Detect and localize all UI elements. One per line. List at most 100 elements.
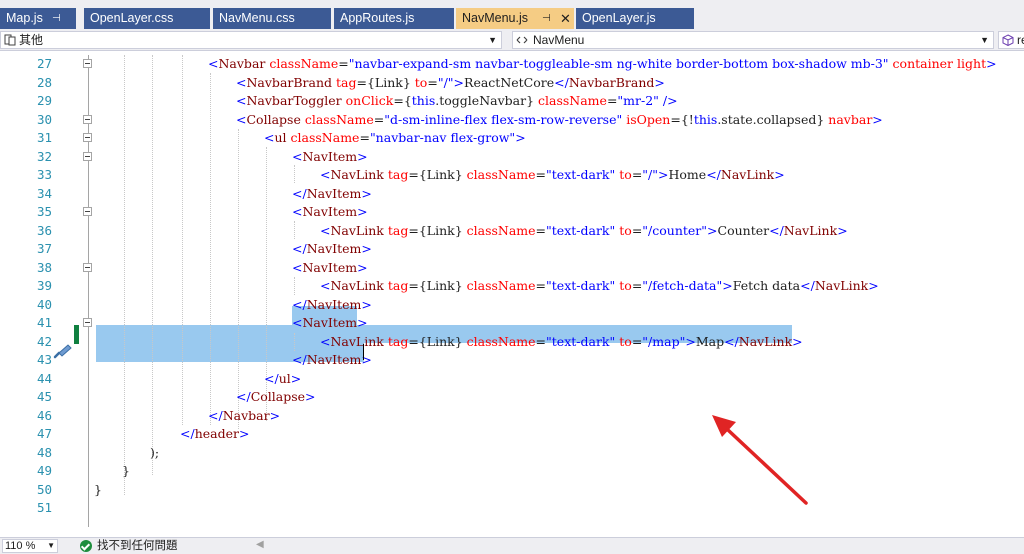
cube-icon <box>1002 34 1014 46</box>
code-token: </ <box>292 352 307 367</box>
code-token: ={Link} <box>408 222 467 238</box>
code-token: </ <box>208 407 223 423</box>
code-token: < <box>236 93 247 108</box>
code-token: < <box>236 74 247 90</box>
code-token: "navbar-nav flex-grow" <box>369 130 516 145</box>
collapse-icon[interactable] <box>83 151 92 161</box>
code-line[interactable]: 29 <NavbarToggler onClick={this.toggleNav… <box>0 92 1024 111</box>
code-line[interactable]: 47 </header> <box>0 425 1024 444</box>
code-line[interactable]: 36 <NavLink tag={Link} className="text-da… <box>0 222 1024 241</box>
code-token: to <box>619 278 632 293</box>
code-line[interactable]: 44 </ul> <box>0 370 1024 389</box>
collapse-icon[interactable] <box>83 207 92 216</box>
code-token: to <box>414 74 428 90</box>
code-line[interactable]: 30 <Collapse className="d-sm-inline-flex … <box>0 111 1024 130</box>
collapse-icon[interactable] <box>83 318 92 327</box>
code-token: navbar <box>828 111 873 127</box>
code-token: "mr-2" <box>617 93 659 108</box>
code-token: "/" <box>437 74 454 90</box>
code-token: className <box>466 222 536 238</box>
tab-openlayer-js[interactable]: OpenLayer.js <box>576 8 694 29</box>
code-text: <NavLink tag={Link} className="text-dark… <box>320 166 785 185</box>
line-number: 27 <box>36 56 52 71</box>
code-line[interactable]: 35 <NavItem> <box>0 203 1024 222</box>
pin-icon[interactable]: ⊣ <box>52 8 61 29</box>
code-line[interactable]: 48); <box>0 444 1024 463</box>
code-editor[interactable]: 27 <Navbar className="navbar-expand-sm na… <box>0 51 1024 537</box>
code-token: </ <box>800 278 815 293</box>
member-label: NavMenu <box>533 33 585 47</box>
code-line[interactable]: 43 </NavItem> <box>0 351 1024 370</box>
code-token: "/" <box>642 167 659 182</box>
code-token: < <box>292 148 303 164</box>
code-token: className <box>466 167 536 182</box>
code-text: <NavLink tag={Link} className="text-dark… <box>320 222 848 241</box>
code-line[interactable]: 50} <box>0 481 1024 500</box>
code-token: tag <box>387 167 409 182</box>
code-line[interactable]: 45 </Collapse> <box>0 388 1024 407</box>
line-number: 39 <box>36 278 52 293</box>
collapse-icon[interactable] <box>83 59 92 68</box>
collapse-icon[interactable] <box>83 262 92 272</box>
code-line[interactable]: 39 <NavLink tag={Link} className="text-da… <box>0 277 1024 296</box>
code-token: } <box>94 481 102 497</box>
close-icon[interactable]: ✕ <box>560 8 571 29</box>
code-token: = <box>535 333 547 349</box>
code-line[interactable]: 46 </Navbar> <box>0 407 1024 426</box>
code-line[interactable]: 31 <ul className="navbar-nav flex-grow"> <box>0 129 1024 148</box>
issues-status[interactable]: 找不到任何問題 <box>97 539 178 553</box>
code-line[interactable]: 34 </NavItem> <box>0 185 1024 204</box>
code-token: NavbarToggler <box>246 93 342 108</box>
code-line[interactable]: 41 <NavItem> <box>0 314 1024 333</box>
tab-openlayer-css[interactable]: OpenLayer.css <box>84 8 210 29</box>
code-token: < <box>264 130 275 145</box>
code-token: "text-dark" <box>546 222 616 238</box>
tab-navmenu-css[interactable]: NavMenu.css <box>213 8 331 29</box>
line-number: 32 <box>36 148 52 164</box>
collapse-icon[interactable] <box>83 114 92 124</box>
code-text: <NavItem> <box>292 259 368 278</box>
code-text: </NavItem> <box>292 240 372 259</box>
scroll-left-icon[interactable]: ◀ <box>256 539 264 550</box>
code-line[interactable]: 49} <box>0 462 1024 481</box>
code-text: </NavItem> <box>292 351 372 370</box>
code-line[interactable]: 33 <NavLink tag={Link} className="text-da… <box>0 166 1024 185</box>
code-token: ={Link} <box>408 167 467 182</box>
code-text: </ul> <box>264 370 301 389</box>
member-dropdown[interactable]: NavMenu ▼ <box>512 31 994 49</box>
code-token: </ <box>292 296 307 312</box>
code-line[interactable]: 42 <NavLink tag={Link} className="text-da… <box>0 333 1024 352</box>
code-line[interactable]: 32 <NavItem> <box>0 148 1024 167</box>
line-number: 30 <box>36 111 52 127</box>
line-number: 45 <box>36 389 52 404</box>
code-token: = <box>631 278 643 293</box>
code-text: } <box>94 481 102 500</box>
code-line[interactable]: 27 <Navbar className="navbar-expand-sm na… <box>0 55 1024 74</box>
code-token: Home <box>668 167 707 182</box>
code-line[interactable]: 37 </NavItem> <box>0 240 1024 259</box>
code-line[interactable]: 51 <box>0 499 1024 518</box>
tab-navmenu-js[interactable]: NavMenu.js ⊣ ✕ <box>456 8 574 29</box>
code-token: NavLink <box>814 278 869 293</box>
code-token: "d-sm-inline-flex flex-sm-row-reverse" <box>384 111 623 127</box>
code-token: < <box>320 222 331 238</box>
code-text: </Navbar> <box>208 407 280 426</box>
code-token: Map <box>695 333 725 349</box>
code-token: > <box>654 74 665 90</box>
code-token: = <box>535 167 547 182</box>
collapse-icon[interactable] <box>83 133 92 142</box>
code-line[interactable]: 38 <NavItem> <box>0 259 1024 278</box>
project-dropdown[interactable]: 其他 ▼ <box>0 31 502 49</box>
code-token: </ <box>236 389 251 404</box>
tab-approutes-js[interactable]: AppRoutes.js <box>334 8 454 29</box>
code-token: > <box>774 167 785 182</box>
code-token: < <box>208 56 219 71</box>
symbol-dropdown[interactable]: re <box>998 31 1024 49</box>
zoom-dropdown[interactable]: 110 % ▼ <box>2 539 58 553</box>
code-token: "text-dark" <box>546 333 616 349</box>
code-token: className <box>538 93 607 108</box>
code-line[interactable]: 40 </NavItem> <box>0 296 1024 315</box>
tab-map-js[interactable]: Map.js ⊣ <box>0 8 76 29</box>
pin-icon[interactable]: ⊣ <box>542 8 551 29</box>
code-line[interactable]: 28 <NavbarBrand tag={Link} to="/">ReactNe… <box>0 74 1024 93</box>
